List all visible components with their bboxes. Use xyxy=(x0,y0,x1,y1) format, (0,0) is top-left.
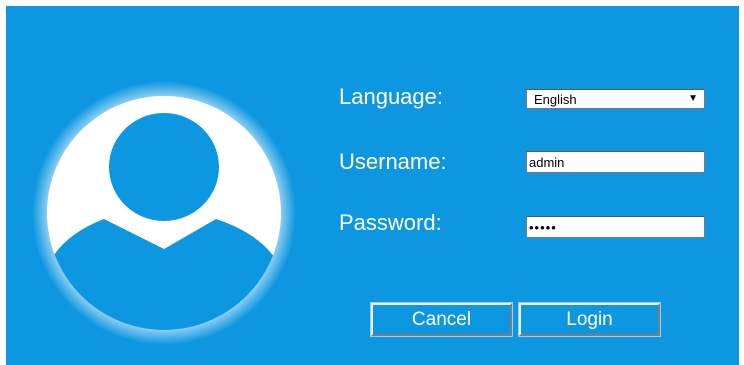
password-label: Password: xyxy=(339,210,442,235)
username-input[interactable] xyxy=(526,151,705,173)
language-select[interactable]: English ▼ xyxy=(526,89,705,109)
language-label: Language: xyxy=(339,84,443,109)
chevron-down-icon: ▼ xyxy=(688,93,698,104)
password-input[interactable] xyxy=(526,216,705,238)
cancel-button[interactable]: Cancel xyxy=(370,302,513,337)
username-label: Username: xyxy=(339,149,447,174)
user-avatar-icon xyxy=(32,81,296,345)
login-panel: Language: Username: Password: English ▼ … xyxy=(6,6,739,365)
login-button[interactable]: Login xyxy=(518,302,661,337)
language-select-value: English xyxy=(534,91,577,107)
